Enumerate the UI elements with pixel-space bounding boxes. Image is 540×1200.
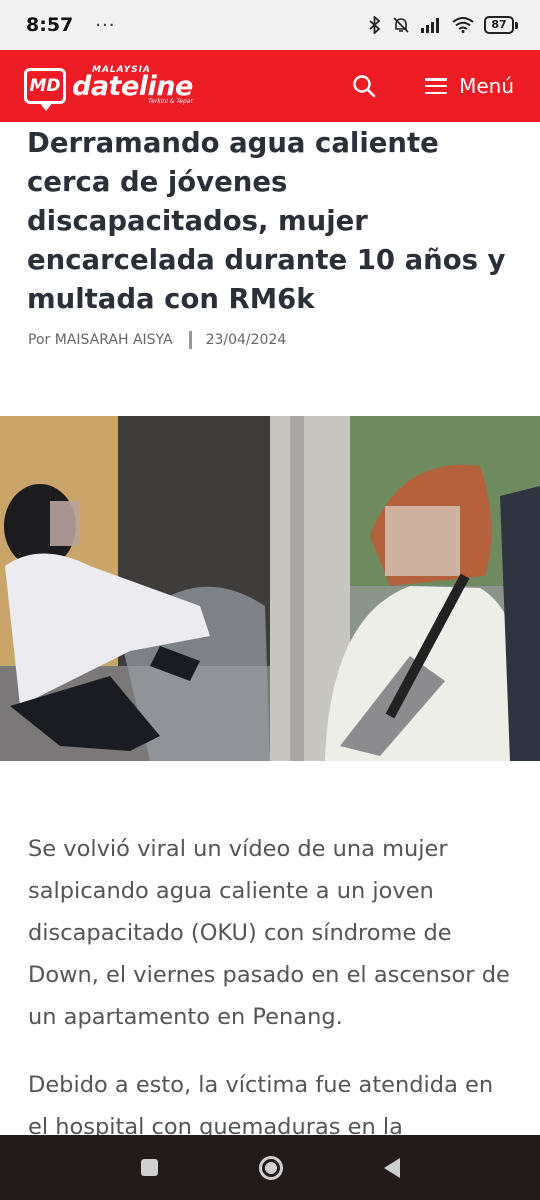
home-icon[interactable]: [258, 1155, 283, 1180]
article-paragraph: Se volvió viral un vídeo de una mujer sa…: [28, 836, 510, 1030]
hamburger-icon: [425, 78, 448, 94]
recents-icon[interactable]: [140, 1159, 158, 1176]
back-icon[interactable]: [383, 1157, 400, 1178]
battery-icon: 87: [484, 16, 518, 34]
site-logo[interactable]: MD MALAYSIA dateline Terkini & Tepat: [24, 65, 193, 111]
logo-wordmark: MALAYSIA dateline Terkini & Tepat: [72, 65, 193, 105]
header-actions: Menú: [351, 73, 514, 99]
status-bar: 8:57 ··· 87: [0, 0, 540, 50]
article-author[interactable]: Por MAISARAH AISYA: [28, 332, 173, 348]
bluetooth-icon: [369, 16, 381, 34]
mute-bell-icon: [393, 17, 409, 33]
logo-md-badge: MD: [24, 68, 66, 111]
byline: Por MAISARAH AISYA 23/04/2024: [28, 331, 286, 349]
status-left: 8:57 ···: [26, 14, 115, 36]
logo-country: MALAYSIA: [92, 64, 151, 75]
notification-more-icon: ···: [95, 14, 116, 36]
hero-photo-left: [0, 416, 270, 761]
article-body: Se volvió viral un vídeo de una mujer sa…: [28, 828, 518, 1174]
logo-tagline: Terkini & Tepat: [148, 97, 193, 105]
hero-photo-right: [270, 416, 540, 761]
signal-icon: [421, 18, 439, 33]
article-title: Derramando agua caliente cerca de jóvene…: [27, 127, 506, 315]
menu-button[interactable]: Menú: [425, 74, 514, 98]
menu-label: Menú: [459, 74, 514, 98]
byline-separator: [188, 331, 192, 349]
article-date: 23/04/2024: [205, 332, 287, 348]
article-hero-image: [0, 416, 540, 761]
site-header: MD MALAYSIA dateline Terkini & Tepat Men…: [0, 50, 540, 122]
status-time: 8:57: [26, 14, 74, 36]
status-icons: 87: [368, 16, 518, 34]
system-nav-bar: [0, 1135, 540, 1200]
search-icon[interactable]: [351, 73, 377, 99]
wifi-icon: [452, 17, 474, 33]
battery-level: 87: [484, 16, 514, 34]
